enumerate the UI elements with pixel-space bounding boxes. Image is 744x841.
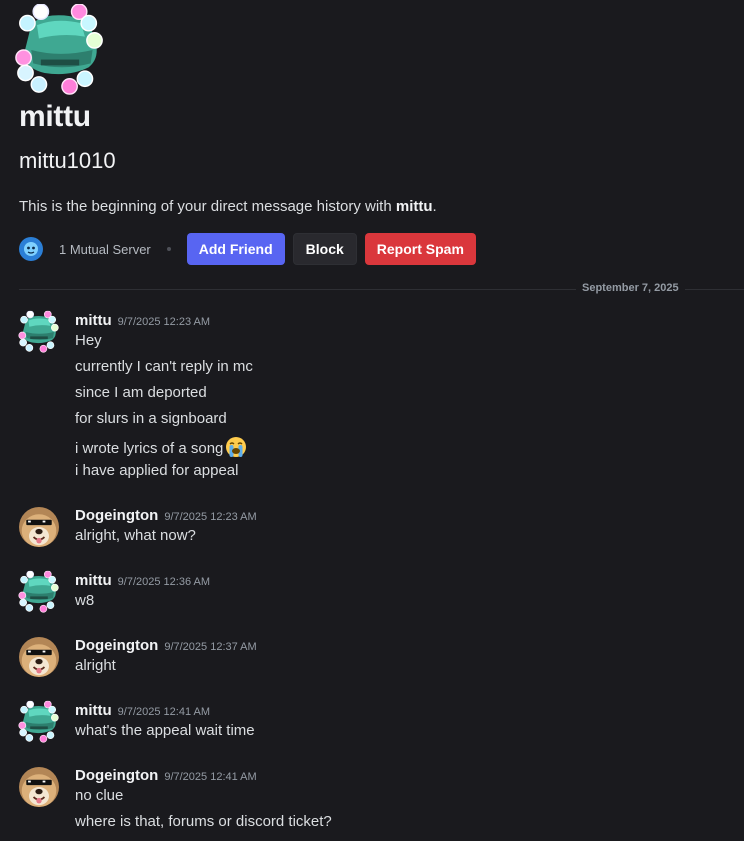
message-timestamp: 9/7/2025 12:23 AM xyxy=(117,316,211,328)
message-timestamp: 9/7/2025 12:36 AM xyxy=(117,576,211,588)
message-author[interactable]: mittu xyxy=(75,572,112,589)
message-line: alright, what now? xyxy=(75,527,196,544)
car-avatar[interactable] xyxy=(17,700,61,744)
doge-avatar[interactable] xyxy=(19,507,59,547)
message-header: Dogeington 9/7/2025 12:23 AM xyxy=(75,507,257,525)
car-avatar[interactable] xyxy=(17,570,61,614)
message-line: Hey xyxy=(75,332,102,349)
separator-dot xyxy=(166,247,171,251)
mutual-server-icon[interactable] xyxy=(19,237,43,261)
message-line: no clue xyxy=(75,787,124,804)
mutual-servers-link[interactable]: 1 Mutual Server xyxy=(59,242,151,257)
loudly-crying-face-emoji[interactable] xyxy=(225,436,247,458)
message-line: where is that, forums or discord ticket? xyxy=(75,813,332,830)
message-line: currently I can't reply in mc xyxy=(75,358,253,375)
message-header: Dogeington 9/7/2025 12:37 AM xyxy=(75,637,257,655)
message-header: Dogeington 9/7/2025 12:41 AM xyxy=(75,767,257,785)
message-author[interactable]: mittu xyxy=(75,702,112,719)
message-timestamp: 9/7/2025 12:37 AM xyxy=(164,641,257,653)
message-line: for slurs in a signboard xyxy=(75,410,227,427)
dm-intro-text: This is the beginning of your direct mes… xyxy=(19,198,437,215)
block-button[interactable]: Block xyxy=(292,233,357,265)
message-line: alright xyxy=(75,657,116,674)
profile-avatar[interactable] xyxy=(12,4,108,96)
intro-name: mittu xyxy=(395,198,433,215)
message-line: since I am deported xyxy=(75,384,207,401)
message-header: mittu 9/7/2025 12:41 AM xyxy=(75,702,210,720)
message-line: what's the appeal wait time xyxy=(75,722,255,739)
profile-actions: 1 Mutual Server Add Friend Block Report … xyxy=(19,233,476,265)
message-timestamp: 9/7/2025 12:41 AM xyxy=(117,706,211,718)
doge-avatar[interactable] xyxy=(19,637,59,677)
message-author[interactable]: Dogeington xyxy=(75,767,158,784)
message-header: mittu 9/7/2025 12:23 AM xyxy=(75,312,210,330)
message-timestamp: 9/7/2025 12:41 AM xyxy=(164,771,257,783)
intro-prefix: This is the beginning of your direct mes… xyxy=(19,198,396,215)
date-divider-label: September 7, 2025 xyxy=(576,282,685,294)
message-author[interactable]: mittu xyxy=(75,312,112,329)
message-line-with-emoji: i wrote lyrics of a song xyxy=(75,436,247,458)
message-line: w8 xyxy=(75,592,95,609)
doge-avatar[interactable] xyxy=(19,767,59,807)
message-line: i have applied for appeal xyxy=(75,462,239,479)
server-face-icon xyxy=(24,242,38,256)
message-timestamp: 9/7/2025 12:23 AM xyxy=(164,511,257,523)
message-author[interactable]: Dogeington xyxy=(75,507,158,524)
message-line-text: i wrote lyrics of a song xyxy=(75,440,224,457)
car-avatar[interactable] xyxy=(17,310,61,354)
message-header: mittu 9/7/2025 12:36 AM xyxy=(75,572,210,590)
report-spam-button[interactable]: Report Spam xyxy=(364,233,476,265)
add-friend-button[interactable]: Add Friend xyxy=(186,233,285,265)
profile-display-name: mittu xyxy=(19,100,91,133)
intro-suffix: . xyxy=(432,198,437,215)
profile-username: mittu1010 xyxy=(19,148,116,173)
message-author[interactable]: Dogeington xyxy=(75,637,158,654)
